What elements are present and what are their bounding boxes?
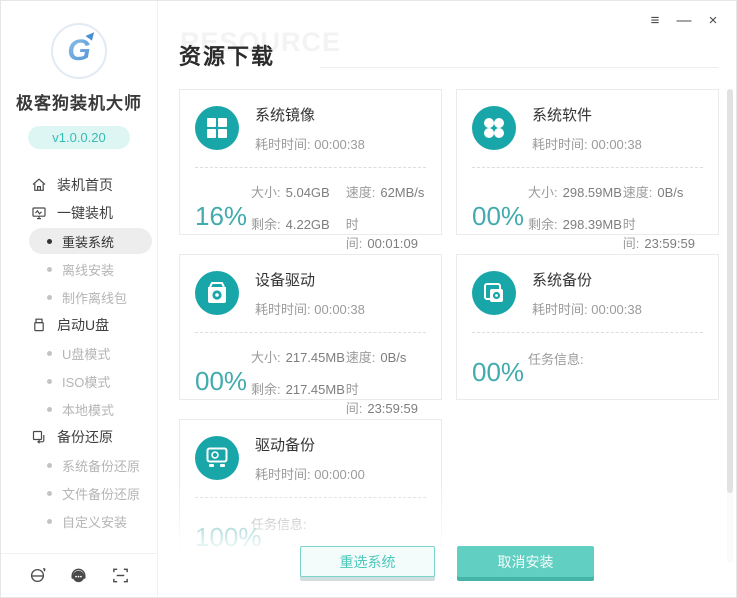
sidebar-item-make-offline-pack[interactable]: 制作离线包: [1, 283, 157, 311]
scrollbar-track[interactable]: [727, 89, 733, 563]
sidebar-item-backup-restore[interactable]: 备份还原: [1, 423, 157, 451]
card-driver-backup: 驱动备份 耗时时间: 00:00:00 100% 任务信息:: [179, 419, 442, 565]
version-badge: v1.0.0.20: [28, 126, 130, 149]
sidebar-item-label: 一键装机: [57, 205, 113, 221]
progress-percent: 00%: [472, 357, 525, 387]
sidebar-item-label: 自定义安装: [62, 514, 128, 530]
bullet-icon: [47, 294, 52, 300]
sidebar-item-home[interactable]: 装机首页: [1, 171, 157, 199]
sidebar-item-label: 重装系统: [62, 234, 115, 250]
usb-drive-icon: [34, 318, 44, 332]
page-header: RESOURCE 资源下载: [179, 27, 718, 73]
sidebar-item-local-mode[interactable]: 本地模式: [1, 395, 157, 423]
home-icon: [32, 178, 46, 191]
window-controls: ≡ — ×: [645, 10, 723, 30]
sidebar-item-label: 系统备份还原: [62, 458, 141, 474]
dashed-divider: [195, 167, 426, 168]
elapsed-time: 耗时时间: 00:00:38: [532, 137, 642, 152]
sidebar-item-label: U盘模式: [62, 346, 111, 362]
card-title: 系统备份: [532, 272, 593, 289]
bullet-icon: [47, 350, 52, 356]
sidebar-item-label: ISO模式: [62, 374, 111, 390]
sidebar-item-label: 离线安装: [62, 262, 115, 278]
card-title: 系统软件: [532, 107, 593, 124]
restore-icon: [32, 430, 45, 444]
sidebar-item-label: 文件备份还原: [62, 486, 141, 502]
sidebar-item-usb-mode[interactable]: U盘模式: [1, 339, 157, 367]
page-title: 资源下载: [179, 44, 276, 69]
close-icon[interactable]: ×: [703, 10, 723, 30]
reselect-system-button[interactable]: 重选系统: [300, 546, 435, 577]
support-headset-icon[interactable]: [69, 566, 88, 585]
sidebar-item-boot-usb[interactable]: 启动U盘: [1, 311, 157, 339]
sidebar-item-label: 制作离线包: [62, 290, 128, 306]
sidebar-item-file-backup-restore[interactable]: 文件备份还原: [1, 479, 157, 507]
sidebar-item-offline-install[interactable]: 离线安装: [1, 255, 157, 283]
drive-backup-icon: [195, 436, 239, 480]
card-title: 系统镜像: [255, 107, 316, 124]
sidebar-item-custom-install[interactable]: 自定义安装: [1, 507, 157, 535]
action-buttons: 重选系统 取消安装: [158, 546, 736, 577]
cancel-install-button[interactable]: 取消安装: [457, 546, 594, 577]
card-system-backup: 系统备份 耗时时间: 00:00:38 00% 任务信息:: [456, 254, 719, 400]
sidebar-footer: [1, 553, 157, 597]
card-stats: 大小: 298.59MB 速度: 0B/s 剩余: 298.39MB 时间: 23:59…: [528, 185, 695, 251]
app-logo: G: [51, 23, 107, 79]
bullet-icon: [47, 518, 52, 524]
monitor-icon: [32, 207, 46, 220]
sidebar-item-reinstall-system[interactable]: 重装系统: [1, 227, 157, 255]
sidebar-item-label: 装机首页: [57, 177, 113, 193]
apps-icon: [472, 106, 516, 150]
sidebar-item-one-key-install[interactable]: 一键装机: [1, 199, 157, 227]
elapsed-time: 耗时时间: 00:00:38: [532, 302, 642, 317]
sidebar-item-system-backup-restore[interactable]: 系统备份还原: [1, 451, 157, 479]
card-stats: 大小: 217.45MB 速度: 0B/s 剩余: 217.45MB 时间: 23:59…: [251, 350, 418, 416]
elapsed-time: 耗时时间: 00:00:00: [255, 467, 365, 482]
windows-logo-icon: [195, 106, 239, 150]
main-content: ≡ — × RESOURCE 资源下载 系统镜像 耗时时间: 00:00:38: [158, 1, 736, 597]
title-divider: [320, 67, 718, 68]
progress-percent: 00%: [195, 365, 248, 396]
scrollbar-thumb[interactable]: [727, 89, 733, 493]
card-system-software: 系统软件 耗时时间: 00:00:38 00% 大小: 298.59MB 速度: 0…: [456, 89, 719, 251]
sidebar-nav: 装机首页 一键装机 重装系统 离线安装 制作离线包 启动U盘 U盘模式 ISO模…: [1, 171, 157, 535]
sidebar-item-label: 备份还原: [57, 429, 113, 445]
scan-icon[interactable]: [111, 566, 130, 585]
download-cards: 系统镜像 耗时时间: 00:00:38 16% 大小: 5.04GB 速度: 62M…: [179, 89, 719, 565]
sidebar: G 极客狗装机大师 v1.0.0.20 装机首页 一键装机 重装系统 离线安装 …: [1, 1, 158, 597]
card-system-image: 系统镜像 耗时时间: 00:00:38 16% 大小: 5.04GB 速度: 62M…: [179, 89, 442, 251]
elapsed-time: 耗时时间: 00:00:38: [255, 137, 365, 152]
bullet-icon: [47, 266, 52, 272]
task-info-label: 任务信息:: [528, 352, 584, 367]
system-backup-icon: [472, 271, 516, 315]
sidebar-item-label: 本地模式: [62, 402, 115, 418]
bullet-icon: [47, 238, 52, 244]
sidebar-item-iso-mode[interactable]: ISO模式: [1, 367, 157, 395]
card-device-driver: 设备驱动 耗时时间: 00:00:38 00% 大小: 217.45MB 速度: 0…: [179, 254, 442, 416]
card-title: 驱动备份: [255, 437, 316, 454]
elapsed-time: 耗时时间: 00:00:38: [255, 302, 365, 317]
card-stats: 大小: 5.04GB 速度: 62MB/s 剩余: 4.22GB 时间: 00:01:0…: [251, 185, 425, 251]
ie-browser-icon[interactable]: [28, 566, 47, 585]
dashed-divider: [472, 332, 703, 333]
device-driver-icon: [195, 271, 239, 315]
bullet-icon: [47, 378, 52, 384]
progress-percent: 16%: [195, 200, 248, 231]
geekdog-logo-icon: G: [67, 34, 91, 67]
bullet-icon: [47, 490, 52, 496]
menu-icon[interactable]: ≡: [645, 10, 665, 30]
dashed-divider: [472, 167, 703, 168]
app-name: 极客狗装机大师: [16, 94, 142, 113]
minimize-icon[interactable]: —: [674, 10, 694, 30]
bullet-icon: [47, 406, 52, 412]
bullet-icon: [47, 462, 52, 468]
dashed-divider: [195, 497, 426, 498]
progress-percent: 00%: [472, 200, 525, 231]
card-title: 设备驱动: [255, 272, 316, 289]
sidebar-item-label: 启动U盘: [57, 317, 110, 333]
dashed-divider: [195, 332, 426, 333]
